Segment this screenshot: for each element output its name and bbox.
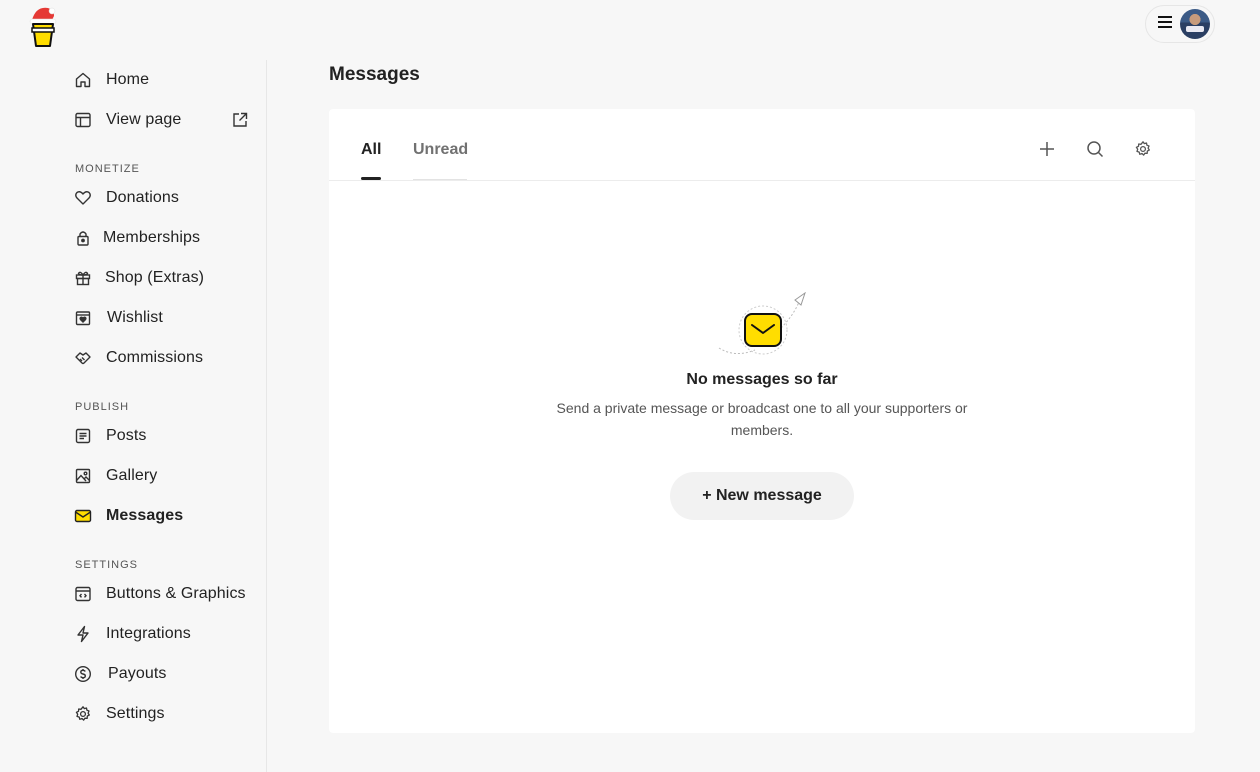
section-label-settings: SETTINGS: [75, 559, 139, 571]
sidebar-item-gallery[interactable]: Gallery: [74, 461, 157, 491]
sidebar-item-donations[interactable]: Donations: [74, 183, 179, 213]
sidebar-item-buttons-graphics[interactable]: Buttons & Graphics: [74, 579, 246, 609]
tabs-bar: All Unread: [329, 109, 1195, 181]
sidebar-item-payouts[interactable]: Payouts: [74, 659, 167, 689]
add-message-button[interactable]: [1037, 141, 1057, 161]
search-icon: [1086, 140, 1104, 163]
sidebar-item-label: Buttons & Graphics: [106, 585, 246, 602]
empty-state-description: Send a private message or broadcast one …: [556, 400, 968, 438]
buy-me-a-coffee-logo-icon[interactable]: [28, 4, 58, 48]
tab-all[interactable]: All: [361, 141, 381, 159]
wishlist-icon: [74, 309, 92, 327]
sidebar-item-label: Shop (Extras): [105, 269, 205, 286]
plus-icon: [1038, 140, 1056, 163]
gift-icon: [74, 269, 92, 287]
external-link-icon[interactable]: [231, 111, 249, 129]
empty-state-title: No messages so far: [686, 371, 838, 388]
sidebar-divider: [266, 60, 267, 772]
sidebar-item-label: Integrations: [106, 625, 191, 642]
lock-icon: [74, 229, 92, 247]
gear-icon: [74, 705, 92, 723]
section-label-publish: PUBLISH: [75, 401, 130, 413]
new-message-button[interactable]: + New message: [670, 472, 854, 520]
sidebar-item-label: View page: [106, 111, 182, 128]
sidebar-item-label: Donations: [106, 189, 179, 206]
sidebar-item-wishlist[interactable]: Wishlist: [74, 303, 163, 333]
sidebar-item-posts[interactable]: Posts: [74, 421, 147, 451]
heart-icon: [74, 189, 92, 207]
code-window-icon: [74, 585, 92, 603]
document-icon: [74, 427, 92, 445]
sidebar-item-label: Memberships: [103, 229, 201, 246]
tab-divider: [413, 179, 467, 180]
active-tab-indicator: [361, 177, 381, 180]
lightning-icon: [74, 625, 92, 643]
commissions-icon: [74, 349, 92, 367]
sidebar-item-messages[interactable]: Messages: [74, 501, 183, 531]
sidebar-item-label: Messages: [106, 507, 184, 524]
avatar: [1180, 9, 1210, 39]
image-icon: [74, 467, 92, 485]
sidebar-item-home[interactable]: Home: [74, 65, 149, 95]
hamburger-icon: [1158, 15, 1172, 33]
page-title: Messages: [329, 64, 420, 85]
sidebar-item-commissions[interactable]: Commissions: [74, 343, 203, 373]
envelope-icon: [74, 507, 92, 525]
sidebar-item-label: Payouts: [108, 665, 167, 682]
home-icon: [74, 71, 92, 89]
sidebar-item-label: Posts: [106, 427, 147, 444]
layout-icon: [74, 111, 92, 129]
sidebar-item-label: Commissions: [106, 349, 204, 366]
sidebar-item-label: Gallery: [106, 467, 158, 484]
gear-icon: [1134, 140, 1152, 163]
section-label-monetize: MONETIZE: [75, 163, 140, 175]
page: Home View page MONETIZE Donations Member…: [0, 0, 1260, 772]
sidebar-item-shop-extras[interactable]: Shop (Extras): [74, 263, 204, 293]
envelope-paper-plane-icon: [715, 291, 811, 356]
tab-unread[interactable]: Unread: [413, 141, 468, 159]
sidebar-item-view-page[interactable]: View page: [74, 105, 181, 135]
sidebar-item-settings[interactable]: Settings: [74, 699, 165, 729]
dollar-circle-icon: [74, 665, 92, 683]
message-settings-button[interactable]: [1133, 140, 1153, 163]
search-button[interactable]: [1085, 140, 1105, 163]
sidebar-item-label: Home: [106, 71, 150, 88]
messages-card: All Unread No messages so far Send a pri…: [329, 109, 1195, 733]
user-menu-button[interactable]: [1145, 5, 1215, 43]
sidebar-item-label: Wishlist: [107, 309, 163, 326]
sidebar-item-label: Settings: [106, 705, 165, 722]
sidebar-item-memberships[interactable]: Memberships: [74, 223, 200, 253]
sidebar-item-integrations[interactable]: Integrations: [74, 619, 191, 649]
